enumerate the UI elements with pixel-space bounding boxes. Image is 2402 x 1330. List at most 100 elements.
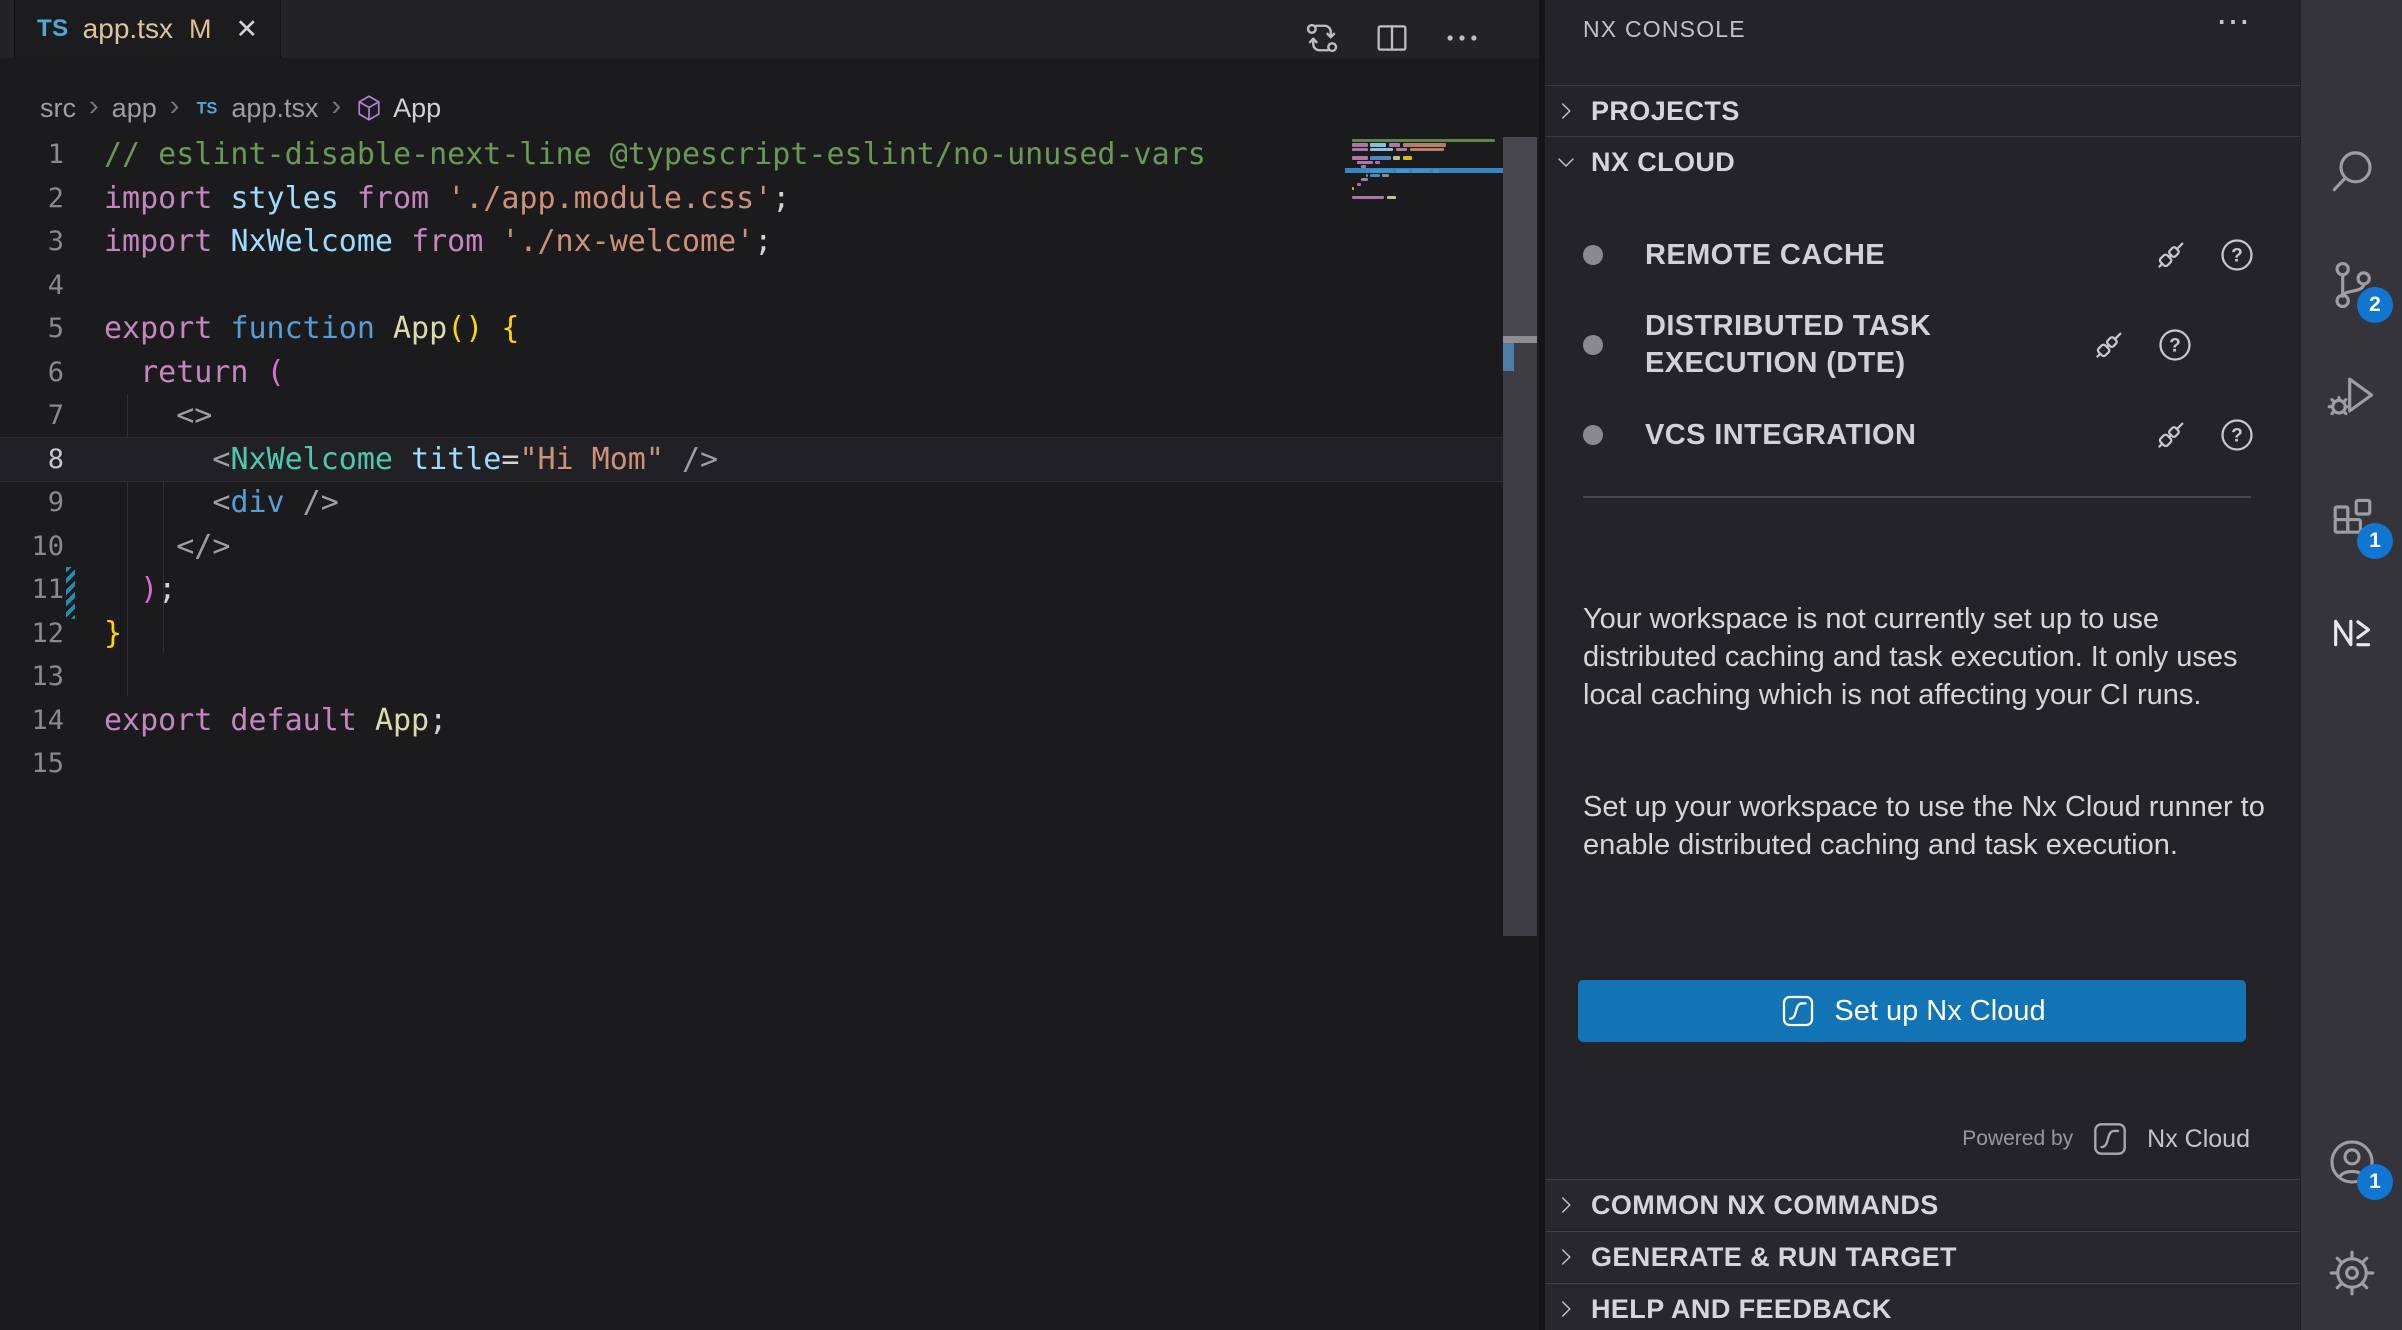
chevron-right-icon <box>1553 1192 1579 1218</box>
split-editor-icon[interactable] <box>1370 16 1414 60</box>
section-common-nx-commands[interactable]: COMMON NX COMMANDS <box>1545 1179 2300 1230</box>
connect-icon[interactable] <box>2149 233 2193 277</box>
nx-cloud-brand-label[interactable]: Nx Cloud <box>2147 1125 2250 1154</box>
activity-item-settings[interactable] <box>2301 1223 2402 1323</box>
close-icon[interactable]: ✕ <box>235 14 258 45</box>
editor-scrollbar[interactable] <box>1503 137 1537 936</box>
minimap-current-line-highlight <box>1345 168 1503 173</box>
minimap-line <box>1393 156 1400 159</box>
section-nx-cloud[interactable]: NX CLOUD <box>1545 138 2300 186</box>
status-dot <box>1583 335 1603 355</box>
code-line-11[interactable]: 11 ); <box>0 568 1503 612</box>
editor-group: TS app.tsx M ✕ src›app›TSapp.tsx›App 1//… <box>0 0 1539 1330</box>
line-number[interactable]: 8 <box>0 438 64 482</box>
line-number[interactable]: 6 <box>0 351 64 395</box>
code-text: <NxWelcome title="Hi Mom" /> <box>104 438 718 482</box>
code-text: } <box>104 612 122 656</box>
minimap-line <box>1382 174 1389 177</box>
help-icon[interactable]: ? <box>2215 413 2259 457</box>
panel-more-actions-icon[interactable]: ⋯ <box>2216 2 2250 42</box>
code-line-2[interactable]: 2 import styles from './app.module.css'; <box>0 177 1503 221</box>
minimap-line <box>1370 148 1393 151</box>
activity-item-source-control[interactable]: 2 <box>2301 235 2402 335</box>
breadcrumb-label: src <box>40 93 76 124</box>
breadcrumb-item-app[interactable]: app <box>112 93 157 124</box>
line-number[interactable]: 15 <box>0 742 64 786</box>
section-divider <box>1545 85 2300 86</box>
minimap-line <box>1352 156 1368 159</box>
powered-by-label: Powered by <box>1962 1127 2073 1151</box>
minimap-line <box>1396 148 1408 151</box>
badge-count: 1 <box>2357 523 2393 559</box>
code-text: import styles from './app.module.css'; <box>104 177 790 221</box>
code-line-15[interactable]: 15 <box>0 742 1503 786</box>
code-line-5[interactable]: 5export function App() { <box>0 307 1503 351</box>
code-line-12[interactable]: 12} <box>0 612 1503 656</box>
editor-toolbar <box>1300 10 1484 66</box>
tab-bar: TS app.tsx M ✕ <box>0 0 1539 58</box>
chevron-down-icon <box>1553 149 1579 175</box>
minimap-line <box>1352 196 1384 199</box>
activity-item-search[interactable] <box>2301 122 2402 222</box>
code-line-13[interactable]: 13 <box>0 655 1503 699</box>
svg-text:?: ? <box>2169 336 2181 357</box>
minimap-line <box>1403 156 1412 159</box>
line-number[interactable]: 10 <box>0 525 64 569</box>
setup-hint-text: Set up your workspace to use the Nx Clou… <box>1583 788 2267 864</box>
feature-row-vcs: VCS INTEGRATION? <box>1583 408 2259 462</box>
line-number[interactable]: 9 <box>0 481 64 525</box>
minimap-line <box>1370 143 1386 146</box>
code-line-8[interactable]: 8 <NxWelcome title="Hi Mom" /> <box>0 437 1503 483</box>
activity-item-nx-console[interactable] <box>2301 583 2402 683</box>
activity-item-explorer[interactable] <box>2301 7 2402 107</box>
open-changes-icon[interactable] <box>1300 16 1344 60</box>
line-number[interactable]: 1 <box>0 133 64 177</box>
breadcrumb-item-app-tsx[interactable]: TSapp.tsx <box>192 93 318 124</box>
badge-count: 1 <box>2357 1164 2393 1200</box>
connect-icon[interactable] <box>2087 323 2131 367</box>
line-number[interactable]: 14 <box>0 699 64 743</box>
line-number[interactable]: 13 <box>0 655 64 699</box>
content-divider <box>1583 496 2251 498</box>
scrollbar-thumb[interactable] <box>1503 137 1537 336</box>
tab-app-tsx[interactable]: TS app.tsx M ✕ <box>14 0 281 58</box>
line-number[interactable]: 7 <box>0 394 64 438</box>
line-number[interactable]: 3 <box>0 220 64 264</box>
section-generate-run-target[interactable]: GENERATE & RUN TARGET <box>1545 1231 2300 1282</box>
section-divider <box>1545 136 2300 137</box>
code-line-3[interactable]: 3import NxWelcome from './nx-welcome'; <box>0 220 1503 264</box>
line-number[interactable]: 4 <box>0 264 64 308</box>
chevron-right-icon <box>1553 1244 1579 1270</box>
help-icon[interactable]: ? <box>2215 233 2259 277</box>
line-number[interactable]: 5 <box>0 307 64 351</box>
breadcrumb-item-src[interactable]: src <box>40 93 76 124</box>
minimap[interactable] <box>1345 133 1503 223</box>
nx-cloud-logo-icon <box>1778 991 1818 1031</box>
code-line-7[interactable]: 7 <> <box>0 394 1503 438</box>
breadcrumb-item-app[interactable]: App <box>354 93 441 124</box>
code-line-10[interactable]: 10 </> <box>0 525 1503 569</box>
code-line-1[interactable]: 1// eslint-disable-next-line @typescript… <box>0 133 1503 177</box>
line-number[interactable]: 12 <box>0 612 64 656</box>
section-help-and-feedback[interactable]: HELP AND FEEDBACK <box>1545 1283 2300 1330</box>
help-icon[interactable]: ? <box>2153 323 2197 367</box>
more-actions-icon[interactable] <box>1440 16 1484 60</box>
code-line-6[interactable]: 6 return ( <box>0 351 1503 395</box>
vscode-window: TS app.tsx M ✕ src›app›TSapp.tsx›App 1//… <box>0 0 2402 1330</box>
connect-icon[interactable] <box>2149 413 2193 457</box>
minimap-line <box>1370 174 1379 177</box>
code-line-4[interactable]: 4 <box>0 264 1503 308</box>
code-editor[interactable]: 1// eslint-disable-next-line @typescript… <box>0 128 1539 1330</box>
search-icon <box>2324 144 2380 200</box>
svg-text:TS: TS <box>197 100 218 118</box>
code-line-14[interactable]: 14export default App; <box>0 699 1503 743</box>
line-number[interactable]: 11 <box>0 568 64 612</box>
section-projects[interactable]: PROJECTS <box>1545 87 2300 135</box>
activity-item-extensions[interactable]: 1 <box>2301 471 2402 571</box>
activity-item-accounts[interactable]: 1 <box>2301 1112 2402 1212</box>
minimap-line <box>1366 174 1368 177</box>
line-number[interactable]: 2 <box>0 177 64 221</box>
setup-nx-cloud-button[interactable]: Set up Nx Cloud <box>1578 980 2246 1042</box>
code-line-9[interactable]: 9 <div /> <box>0 481 1503 525</box>
activity-item-run-debug[interactable] <box>2301 345 2402 445</box>
